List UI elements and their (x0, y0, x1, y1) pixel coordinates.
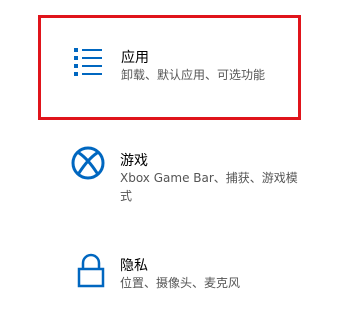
settings-category-grid: 应用 卸载、默认应用、可选功能 游戏 Xbox Game Bar、捕获、游戏模式… (0, 0, 358, 320)
tile-title: 游戏 (120, 153, 148, 169)
tile-description: 卸载、默认应用、可选功能 (121, 68, 266, 82)
settings-tile-apps[interactable]: 应用 卸载、默认应用、可选功能 (38, 15, 301, 120)
tile-description: 位置、摄像头、麦克风 (120, 276, 241, 290)
apps-list-icon (74, 48, 102, 76)
tile-title: 应用 (121, 50, 149, 66)
xbox-icon (71, 146, 105, 180)
lock-icon (77, 253, 105, 288)
settings-tile-privacy[interactable]: 隐私 位置、摄像头、麦克风 (40, 250, 298, 310)
tile-title: 隐私 (120, 258, 148, 274)
tile-description: Xbox Game Bar、捕获、游戏模式 (120, 171, 298, 203)
settings-tile-gaming[interactable]: 游戏 Xbox Game Bar、捕获、游戏模式 (40, 140, 298, 210)
